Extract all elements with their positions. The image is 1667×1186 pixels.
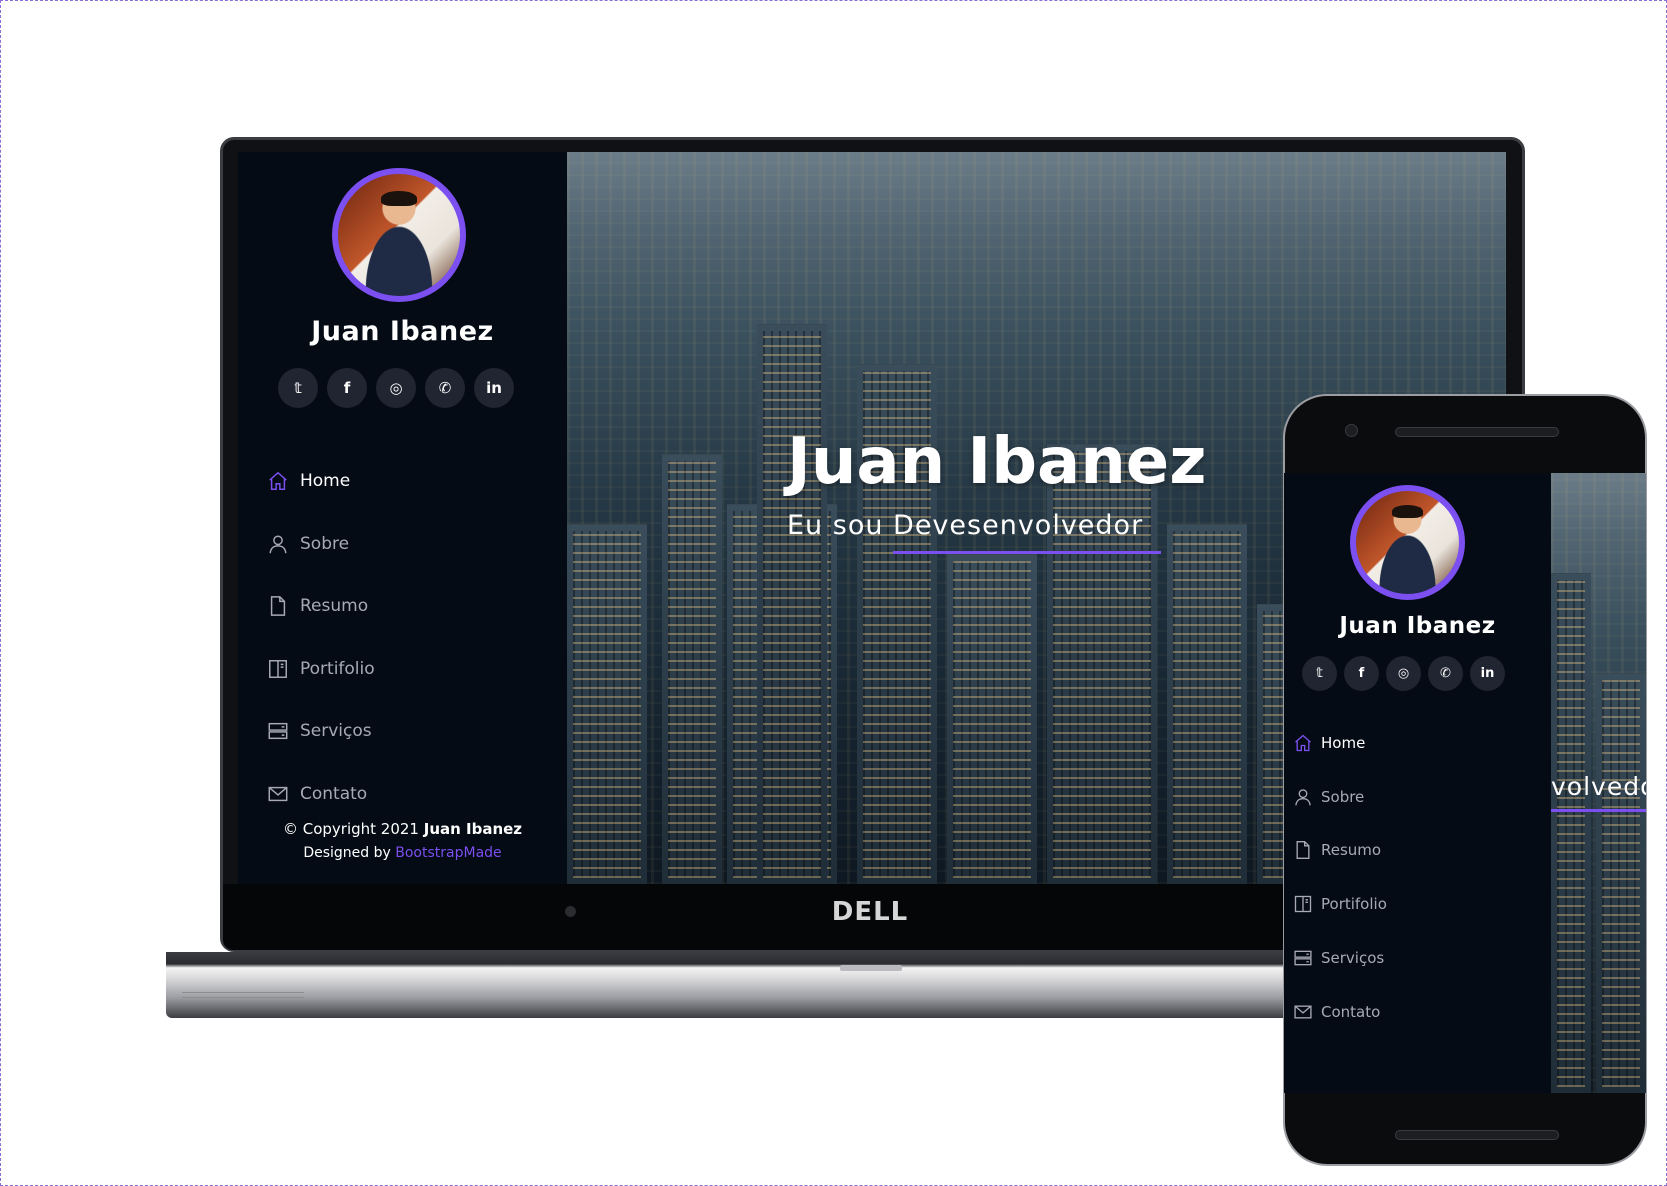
profile-avatar xyxy=(332,168,466,302)
whatsapp-icon[interactable]: ✆ xyxy=(425,368,465,408)
nav-item-servicos[interactable]: Serviços xyxy=(1292,931,1387,985)
building xyxy=(947,554,1037,884)
nav-item-contato[interactable]: Contato xyxy=(266,763,375,826)
nav-item-resumo[interactable]: Resumo xyxy=(1292,824,1387,878)
typed-underline xyxy=(893,551,1161,554)
nav-item-resumo[interactable]: Resumo xyxy=(266,575,375,638)
file-icon xyxy=(266,594,290,618)
typed-underline xyxy=(1551,809,1646,812)
hero-title: Juan Ibanez xyxy=(787,425,1207,499)
building xyxy=(567,524,647,884)
nav-item-contato[interactable]: Contato xyxy=(1292,985,1387,1039)
nav-item-label: Portifolio xyxy=(300,658,375,679)
nav-menu: Home Sobre Resumo Portifolio Serviços Co… xyxy=(266,450,375,825)
envelope-icon xyxy=(1292,1001,1313,1022)
phone-speaker xyxy=(1395,427,1559,437)
nav-menu: Home Sobre Resumo Portifolio Serviços Co… xyxy=(1292,716,1387,1039)
twitter-icon[interactable]: 𝕥 xyxy=(1302,656,1337,691)
twitter-icon[interactable]: 𝕥 xyxy=(278,368,318,408)
nav-item-home[interactable]: Home xyxy=(1292,716,1387,770)
hero-subtitle-cropped: volvedo xyxy=(1551,772,1646,801)
nav-item-servicos[interactable]: Serviços xyxy=(266,700,375,763)
file-icon xyxy=(1292,840,1313,861)
nav-item-home[interactable]: Home xyxy=(266,450,375,513)
credits-line: Designed by BootstrapMade xyxy=(303,845,502,861)
bootstrapmade-link[interactable]: BootstrapMade xyxy=(395,845,501,861)
nav-item-label: Home xyxy=(300,471,351,492)
nav-item-portifolio[interactable]: Portifolio xyxy=(266,638,375,701)
laptop-brand-logo: DELL xyxy=(831,897,909,927)
webcam xyxy=(565,906,576,917)
nav-item-label: Serviços xyxy=(300,721,372,742)
social-links: 𝕥 f ◎ ✆ in xyxy=(1302,656,1505,691)
nav-item-sobre[interactable]: Sobre xyxy=(1292,770,1387,824)
user-icon xyxy=(1292,786,1313,807)
linkedin-icon[interactable]: in xyxy=(474,368,514,408)
copyright-line: © Copyright 2021 Juan Ibanez xyxy=(282,820,523,838)
phone-speaker-bottom xyxy=(1395,1130,1559,1140)
phone-camera xyxy=(1345,424,1358,437)
home-icon xyxy=(266,469,290,493)
facebook-icon[interactable]: f xyxy=(327,368,367,408)
profile-name: Juan Ibanez xyxy=(1339,613,1496,639)
building xyxy=(662,454,722,884)
hero-subtitle: Eu sou Devesenvolvedor xyxy=(787,510,1144,541)
whatsapp-icon[interactable]: ✆ xyxy=(1428,656,1463,691)
nav-item-label: Contato xyxy=(300,783,368,804)
nav-item-label: Sobre xyxy=(300,533,350,554)
nav-item-label: Resumo xyxy=(300,596,369,617)
profile-avatar xyxy=(1350,485,1465,600)
nav-item-portifolio[interactable]: Portifolio xyxy=(1292,877,1387,931)
book-icon xyxy=(266,657,290,681)
laptop-vent xyxy=(182,992,304,998)
sidebar-footer: © Copyright 2021 Juan Ibanez Designed by… xyxy=(238,820,567,861)
facebook-icon[interactable]: f xyxy=(1344,656,1379,691)
laptop-notch xyxy=(840,965,902,971)
instagram-icon[interactable]: ◎ xyxy=(1386,656,1421,691)
nav-item-label: Resumo xyxy=(1321,841,1382,860)
social-links: 𝕥 f ◎ ✆ in xyxy=(278,368,514,408)
copyright-name: Juan Ibanez xyxy=(423,820,523,838)
nav-item-label: Sobre xyxy=(1321,787,1365,806)
nav-item-label: Serviços xyxy=(1321,949,1385,968)
phone-hero-text-clip: volvedo xyxy=(1551,474,1646,1094)
envelope-icon xyxy=(266,782,290,806)
nav-item-label: Home xyxy=(1321,733,1366,752)
profile-name: Juan Ibanez xyxy=(311,316,494,347)
linkedin-icon[interactable]: in xyxy=(1470,656,1505,691)
laptop-base xyxy=(166,952,1366,1018)
instagram-icon[interactable]: ◎ xyxy=(376,368,416,408)
nav-item-label: Contato xyxy=(1321,1002,1381,1021)
book-icon xyxy=(1292,894,1313,915)
nav-item-label: Portifolio xyxy=(1321,895,1387,914)
home-icon xyxy=(1292,732,1313,753)
server-icon xyxy=(1292,948,1313,969)
server-icon xyxy=(266,719,290,743)
building xyxy=(757,324,827,884)
building xyxy=(1167,524,1247,884)
user-icon xyxy=(266,532,290,556)
nav-item-sobre[interactable]: Sobre xyxy=(266,513,375,576)
